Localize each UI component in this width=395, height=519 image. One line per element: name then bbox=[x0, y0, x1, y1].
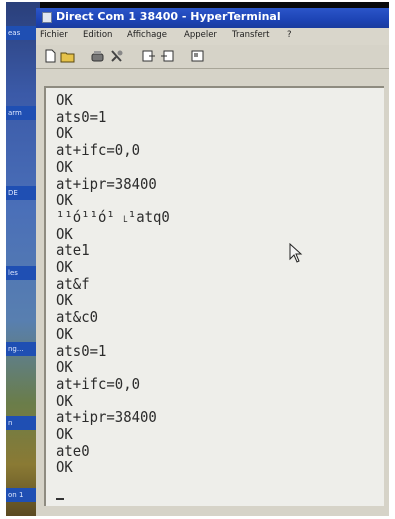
terminal-line: at+ifc=0,0 bbox=[56, 374, 140, 393]
properties-icon[interactable] bbox=[190, 49, 205, 63]
terminal-line: at+ifc=0,0 bbox=[56, 141, 140, 160]
terminal-line: OK bbox=[56, 458, 73, 477]
desktop-background: eas arm DE les ng... n on 1 bbox=[6, 2, 40, 516]
title-bar[interactable]: Direct Com 1 38400 - HyperTerminal bbox=[36, 8, 389, 28]
app-icon[interactable] bbox=[42, 12, 52, 23]
toolbar bbox=[36, 45, 389, 69]
terminal-output: OK ats0=1 OK at+ifc=0,0 OK at+ipr=38400 … bbox=[56, 92, 178, 476]
receive-icon[interactable] bbox=[160, 49, 175, 63]
terminal-line: OK bbox=[56, 358, 73, 377]
terminal-line: OK bbox=[56, 324, 73, 343]
terminal-line: ats0=1 bbox=[56, 107, 107, 126]
terminal-line: OK bbox=[56, 91, 73, 109]
menu-edition[interactable]: Edition bbox=[83, 30, 112, 40]
text-cursor bbox=[56, 498, 64, 500]
mouse-pointer-icon bbox=[289, 243, 303, 263]
terminal-line: OK bbox=[56, 191, 73, 210]
terminal-line: ate1 bbox=[56, 241, 90, 260]
desktop-icon-label[interactable]: on 1 bbox=[6, 488, 40, 502]
menu-fichier[interactable]: Fichier bbox=[40, 30, 68, 40]
terminal-line: OK bbox=[56, 391, 73, 410]
terminal-line: OK bbox=[56, 224, 73, 243]
terminal-line: at+ipr=38400 bbox=[56, 174, 157, 193]
desktop-icon-label[interactable]: les bbox=[6, 266, 40, 280]
terminal-line: at&f bbox=[56, 274, 90, 293]
photo-frame: eas arm DE les ng... n on 1 Direct Com 1… bbox=[6, 2, 389, 516]
terminal-line: ats0=1 bbox=[56, 341, 107, 360]
desktop-icon-label[interactable]: arm bbox=[6, 106, 40, 120]
send-icon[interactable] bbox=[141, 49, 156, 63]
desktop-icon-label[interactable]: ng... bbox=[6, 342, 40, 356]
terminal-line: at+ipr=38400 bbox=[56, 408, 157, 427]
menu-help[interactable]: ? bbox=[287, 30, 292, 40]
new-document-icon[interactable] bbox=[43, 49, 58, 63]
desktop-icon-label[interactable]: eas bbox=[6, 26, 40, 40]
terminal-line: OK bbox=[56, 124, 73, 143]
desktop-icon-label[interactable]: DE bbox=[6, 186, 40, 200]
terminal-screen[interactable]: OK ats0=1 OK at+ifc=0,0 OK at+ipr=38400 … bbox=[44, 86, 384, 506]
terminal-line: OK bbox=[56, 425, 73, 444]
terminal-line: OK bbox=[56, 258, 73, 277]
menu-transfert[interactable]: Transfert bbox=[232, 30, 270, 40]
menu-bar: Fichier Edition Affichage Appeler Transf… bbox=[36, 28, 389, 45]
open-folder-icon[interactable] bbox=[60, 49, 75, 63]
disconnect-icon[interactable] bbox=[109, 49, 124, 63]
hyperterminal-window: Direct Com 1 38400 - HyperTerminal Fichi… bbox=[36, 8, 389, 516]
terminal-line: OK bbox=[56, 157, 73, 176]
menu-affichage[interactable]: Affichage bbox=[127, 30, 167, 40]
terminal-line: ¹¹ó¹¹ó¹ ˪¹atq0 bbox=[56, 207, 170, 226]
terminal-line: ate0 bbox=[56, 441, 90, 460]
desktop-icon-label[interactable]: n bbox=[6, 416, 40, 430]
terminal-line: at&c0 bbox=[56, 308, 98, 327]
window-title: Direct Com 1 38400 - HyperTerminal bbox=[56, 10, 281, 23]
connect-phone-icon[interactable] bbox=[90, 49, 105, 63]
menu-appeler[interactable]: Appeler bbox=[184, 30, 217, 40]
terminal-line: OK bbox=[56, 291, 73, 310]
